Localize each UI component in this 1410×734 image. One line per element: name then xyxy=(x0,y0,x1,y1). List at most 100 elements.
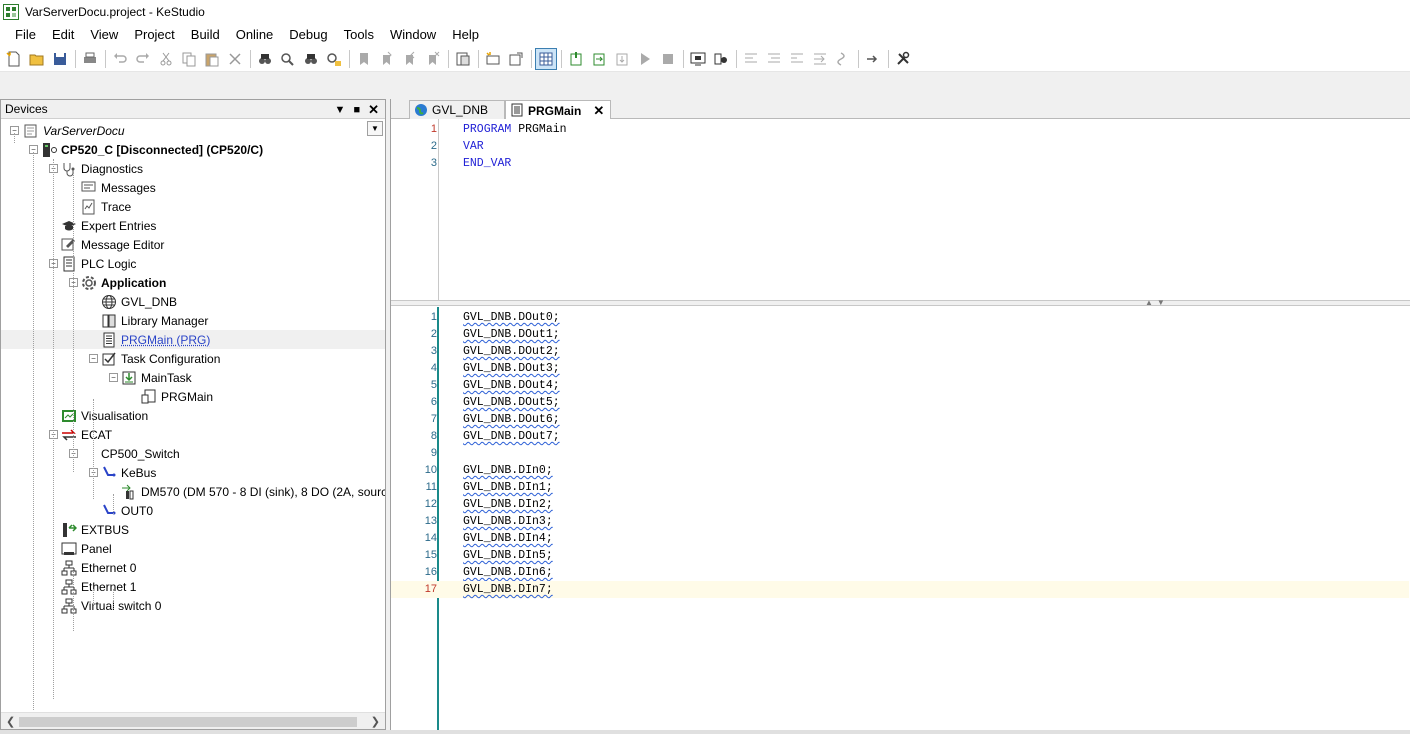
code-line[interactable]: 16 GVL_DNB.DIn6; xyxy=(391,564,1409,581)
menu-edit[interactable]: Edit xyxy=(44,24,82,46)
code-line[interactable]: 3 GVL_DNB.DOut2; xyxy=(391,343,1409,360)
code-line[interactable]: 17 GVL_DNB.DIn7; xyxy=(391,581,1409,598)
code-line[interactable]: 6 GVL_DNB.DOut5; xyxy=(391,394,1409,411)
code-line[interactable]: 1 GVL_DNB.DOut0; xyxy=(391,309,1409,326)
open-window-icon[interactable] xyxy=(505,48,527,70)
code-line[interactable]: 10 GVL_DNB.DIn0; xyxy=(391,462,1409,479)
menu-online[interactable]: Online xyxy=(228,24,282,46)
menu-tools[interactable]: Tools xyxy=(336,24,382,46)
bookmark-prev-icon[interactable] xyxy=(399,48,421,70)
tree-item[interactable]: Library Manager xyxy=(101,311,208,330)
tree-item[interactable]: Virtual switch 0 xyxy=(61,596,161,615)
scroll-left-icon[interactable]: ❮ xyxy=(6,715,15,728)
code-line[interactable]: 2 GVL_DNB.DOut1; xyxy=(391,326,1409,343)
bookmark-clear-icon[interactable] xyxy=(422,48,444,70)
new-project-icon[interactable] xyxy=(3,48,25,70)
tree-item[interactable]: Trace xyxy=(81,197,131,216)
find-next-icon[interactable] xyxy=(277,48,299,70)
show-current-statement-icon[interactable] xyxy=(862,48,884,70)
redo-icon[interactable] xyxy=(132,48,154,70)
menu-file[interactable]: File xyxy=(7,24,44,46)
code-line[interactable]: 11 GVL_DNB.DIn1; xyxy=(391,479,1409,496)
tree-horizontal-scrollbar[interactable]: ❮ ❯ xyxy=(1,712,385,729)
print-icon[interactable] xyxy=(79,48,101,70)
tree-item[interactable]: Messages xyxy=(81,178,156,197)
tree-item[interactable]: Task Configuration xyxy=(101,349,220,368)
tree-item[interactable]: EXTBUS xyxy=(61,520,129,539)
panel-menu-chevron-down-icon[interactable]: ▼ xyxy=(335,104,346,116)
cut-icon[interactable] xyxy=(155,48,177,70)
tree-item[interactable]: MainTask xyxy=(121,368,192,387)
bookmark-icon[interactable] xyxy=(353,48,375,70)
scroll-right-icon[interactable]: ❯ xyxy=(371,715,380,728)
tree-item[interactable]: ECAT xyxy=(61,425,112,444)
tree-item[interactable]: VarServerDocu xyxy=(23,121,125,140)
code-line[interactable]: 13 GVL_DNB.DIn3; xyxy=(391,513,1409,530)
menu-debug[interactable]: Debug xyxy=(281,24,335,46)
tree-item[interactable]: CP520_C [Disconnected] (CP520/C) xyxy=(41,140,263,159)
breakpoint-icon[interactable] xyxy=(710,48,732,70)
menu-window[interactable]: Window xyxy=(382,24,444,46)
menu-build[interactable]: Build xyxy=(183,24,228,46)
close-tab-icon[interactable]: ✕ xyxy=(593,103,604,119)
clipboard-icon[interactable] xyxy=(452,48,474,70)
declaration-editor[interactable]: 1 PROGRAM PRGMain 2 VAR 3 END_VAR xyxy=(391,119,1410,300)
tab-gvl-dnb[interactable]: GVL_DNB xyxy=(409,100,505,119)
stop-icon[interactable] xyxy=(657,48,679,70)
menu-project[interactable]: Project xyxy=(126,24,182,46)
tree-item[interactable]: Visualisation xyxy=(61,406,148,425)
tree-item[interactable]: GVL_DNB xyxy=(101,292,177,311)
tree-item[interactable]: Application xyxy=(81,273,166,292)
tree-item[interactable]: Panel xyxy=(61,539,112,558)
scrollbar-thumb[interactable] xyxy=(19,717,357,727)
find-all-icon[interactable] xyxy=(300,48,322,70)
tree-item[interactable]: Expert Entries xyxy=(61,216,156,235)
set-next-statement-icon[interactable] xyxy=(832,48,854,70)
delete-icon[interactable] xyxy=(224,48,246,70)
tab-prgmain[interactable]: PRGMain ✕ xyxy=(505,100,611,120)
replace-icon[interactable] xyxy=(323,48,345,70)
download-icon[interactable] xyxy=(611,48,633,70)
tree-item[interactable]: PRGMain xyxy=(141,387,213,406)
splitter-arrows-icon[interactable]: ▲▼ xyxy=(1145,298,1169,307)
open-folder-icon[interactable] xyxy=(26,48,48,70)
add-object-icon[interactable] xyxy=(482,48,504,70)
code-line[interactable]: 2 VAR xyxy=(391,138,1409,155)
close-icon[interactable]: ✕ xyxy=(368,102,379,118)
tree-dropdown-chevron-down-icon[interactable]: ▼ xyxy=(367,121,383,136)
tools-icon[interactable] xyxy=(892,48,914,70)
save-icon[interactable] xyxy=(49,48,71,70)
login-icon[interactable] xyxy=(565,48,587,70)
menu-view[interactable]: View xyxy=(82,24,126,46)
logout-icon[interactable] xyxy=(588,48,610,70)
monitor-icon[interactable] xyxy=(687,48,709,70)
find-icon[interactable] xyxy=(254,48,276,70)
undo-icon[interactable] xyxy=(109,48,131,70)
tree-collapse-icon[interactable]: − xyxy=(109,373,118,382)
pin-icon[interactable]: ■ xyxy=(353,104,360,116)
code-line[interactable]: 8 GVL_DNB.DOut7; xyxy=(391,428,1409,445)
code-line[interactable]: 1 PROGRAM PRGMain xyxy=(391,121,1409,138)
run-to-cursor-icon[interactable] xyxy=(809,48,831,70)
step-into-icon[interactable] xyxy=(763,48,785,70)
step-over-icon[interactable] xyxy=(740,48,762,70)
tree-item[interactable]: OUT0 xyxy=(101,501,153,520)
tree-item[interactable]: DM570 (DM 570 - 8 DI (sink), 8 DO (2A, s… xyxy=(121,482,385,501)
tree-item[interactable]: CP500_Switch xyxy=(81,444,180,463)
code-line[interactable]: 14 GVL_DNB.DIn4; xyxy=(391,530,1409,547)
copy-icon[interactable] xyxy=(178,48,200,70)
tree-item[interactable]: Message Editor xyxy=(61,235,164,254)
code-line[interactable]: 12 GVL_DNB.DIn2; xyxy=(391,496,1409,513)
editor-splitter[interactable]: ▲▼ xyxy=(391,298,1410,307)
tree-item[interactable]: PRGMain (PRG) xyxy=(1,330,385,349)
calendar-view-icon[interactable] xyxy=(535,47,557,70)
code-line[interactable]: 5 GVL_DNB.DOut4; xyxy=(391,377,1409,394)
tree-item[interactable]: KeBus xyxy=(101,463,156,482)
menu-help[interactable]: Help xyxy=(444,24,487,46)
bookmark-next-icon[interactable] xyxy=(376,48,398,70)
code-line[interactable]: 15 GVL_DNB.DIn5; xyxy=(391,547,1409,564)
implementation-editor[interactable]: 1 GVL_DNB.DOut0; 2 GVL_DNB.DOut1; 3 GVL_DNB.D… xyxy=(391,307,1410,730)
code-line[interactable]: 9 xyxy=(391,445,1409,462)
tree-collapse-icon[interactable]: − xyxy=(89,354,98,363)
start-icon[interactable] xyxy=(634,48,656,70)
